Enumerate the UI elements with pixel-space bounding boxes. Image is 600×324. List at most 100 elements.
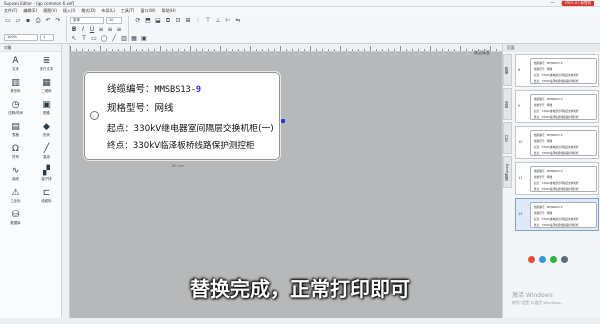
menu-help[interactable]: 帮助(H) — [162, 7, 176, 14]
thumbnail-text: 终点：330kV临泽板桥线路保护测控柜 — [534, 80, 579, 83]
line-tool-icon[interactable]: ╱ — [110, 35, 118, 43]
flip-icon[interactable]: ⇋ — [234, 17, 242, 25]
tool-multiline-text[interactable]: ≣ 多行文本 — [31, 55, 62, 74]
menu-insert[interactable]: 插入(I) — [63, 7, 75, 14]
tab-excel-data[interactable]: Excel数据 — [503, 156, 512, 188]
zoom-select[interactable]: 100% — [4, 34, 38, 41]
align-middle-icon[interactable]: ⊢ — [224, 17, 232, 25]
page-thumbnail[interactable]: 11 线缆编号：MMSBS13-9 规格型号：网线 起点：330kV继电器室间隔层交换… — [515, 162, 599, 195]
menu-format[interactable]: 格式(O) — [81, 7, 95, 14]
menu-view[interactable]: 视图(V) — [43, 7, 57, 14]
status-bar — [0, 318, 600, 324]
align-top-icon[interactable]: ⊤ — [204, 17, 212, 25]
ruler-tick — [256, 49, 257, 51]
lock-icon[interactable]: ⊡ — [174, 17, 182, 25]
database-icon: ⛁ — [11, 210, 20, 220]
print-icon[interactable]: ⎙ — [34, 17, 42, 25]
ruler-tick — [304, 49, 305, 51]
thumbnail-text: 起点：330kV继电器室间隔层交换机柜 — [534, 218, 579, 221]
share-icon[interactable] — [561, 256, 568, 263]
ruler-tick — [280, 46, 281, 51]
qq-icon[interactable] — [539, 256, 546, 263]
tool-curve[interactable]: ∿ 曲线 — [0, 165, 31, 184]
group-icon[interactable]: ⧉ — [164, 17, 172, 25]
horizontal-ruler — [70, 44, 502, 52]
resize-handle[interactable] — [281, 119, 285, 123]
tab-data[interactable]: 数据 — [503, 54, 512, 86]
tool-symbol[interactable]: Ω 符号 — [0, 143, 31, 162]
label-key: 终点： — [107, 141, 133, 151]
tool-database[interactable]: ⛁ 数据库 — [0, 209, 31, 228]
menu-edit[interactable]: 编辑(E) — [23, 7, 37, 14]
label-card[interactable]: 线缆编号：MMSBS13-9 规格型号：网线 起点：330kV继电器室间隔层交换… — [84, 72, 285, 160]
tab-page[interactable]: 页面 — [503, 88, 512, 120]
font-select[interactable]: 宋体 — [70, 17, 104, 24]
align-left-icon[interactable]: ≡ — [97, 26, 105, 34]
menu-layout[interactable]: 布局(L) — [102, 7, 115, 14]
barcode-tool-icon[interactable]: ▥ — [120, 35, 128, 43]
align-center-icon[interactable]: ≡ — [106, 26, 114, 34]
layer-down-icon[interactable]: ⬓ — [154, 17, 162, 25]
menu-tools[interactable]: 工具(T) — [121, 7, 135, 14]
menu-window[interactable]: 窗口(W) — [140, 7, 155, 14]
image-tool-icon[interactable]: ▣ — [140, 35, 148, 43]
tool-barcode[interactable]: ▥ 条形码 — [0, 77, 31, 96]
windows-activation-watermark: 激活 Windows 转到"设置"以激活 Windows。 — [512, 292, 564, 306]
font-size-select[interactable]: 10 — [106, 17, 122, 24]
device-badge[interactable]: 0903-07-标签机 — [561, 1, 594, 6]
page-select[interactable]: 1 — [40, 34, 54, 41]
label-line-spec[interactable]: 规格型号：网线 — [107, 100, 174, 114]
italic-icon[interactable]: I — [79, 26, 87, 34]
text-tool-icon[interactable]: T — [80, 35, 88, 43]
page-thumbnail[interactable]: 8 线缆编号：MMSBS13-9 规格型号：网线 起点：330kV继电器室间隔层交换机… — [515, 54, 599, 87]
ruler-tick — [328, 49, 329, 51]
page-panel-title: 页面 — [503, 44, 600, 52]
wechat-icon[interactable] — [550, 256, 557, 263]
layer-up-icon[interactable]: ⬒ — [144, 17, 152, 25]
menu-file[interactable]: 文件(F) — [4, 7, 17, 14]
tab-print[interactable]: 打印 — [503, 122, 512, 154]
ruler-tick — [82, 49, 83, 51]
ellipse-tool-icon[interactable]: ◯ — [100, 35, 108, 43]
tool-line[interactable]: ╱ 直线 — [31, 143, 62, 162]
page-thumbnail[interactable]: 9 线缆编号：MMSBS13-9 规格型号：网线 起点：330kV继电器室间隔层交换机… — [515, 90, 599, 123]
minimize-icon[interactable]: — — [550, 0, 555, 7]
rect-tool-icon[interactable]: ▭ — [90, 35, 98, 43]
tool-cable[interactable]: ⊏ 线缆标 — [31, 187, 62, 206]
redo-icon[interactable]: ↷ — [54, 17, 62, 25]
tool-table[interactable]: ▤ 表格 — [0, 121, 31, 140]
text-icon: A — [12, 56, 19, 66]
label-value: 网线 — [154, 103, 174, 114]
weibo-icon[interactable] — [528, 256, 535, 263]
align-right-icon[interactable]: ≡ — [115, 26, 123, 34]
new-icon[interactable]: ▭ — [4, 17, 12, 25]
buy-labels-button[interactable]: 购买标签 — [474, 50, 490, 56]
distribute-icon[interactable]: ⫶ — [194, 17, 202, 25]
tool-shape[interactable]: ◆ 形状 — [31, 121, 62, 140]
tool-datetime[interactable]: ◷ 日期/时间 — [0, 99, 31, 118]
undo-icon[interactable]: ↶ — [44, 17, 52, 25]
tool-label: 二维码 — [41, 89, 52, 93]
label-line-cable-number[interactable]: 线缆编号：MMSBS13-9 — [107, 81, 201, 95]
label-line-end[interactable]: 终点：330kV临泽板桥线路保护测控柜 — [107, 139, 255, 151]
save-icon[interactable]: ▪ — [24, 17, 32, 25]
tool-image[interactable]: ▣ 图像 — [31, 99, 62, 118]
pointer-icon[interactable]: ↖ — [70, 35, 78, 43]
rotate-icon[interactable]: ⟳ — [134, 17, 142, 25]
tool-terminal[interactable]: ▞ 端子排 — [31, 165, 62, 184]
tool-text[interactable]: A 文本 — [0, 55, 31, 74]
bold-icon[interactable]: B — [70, 26, 78, 34]
tool-label: 线缆标 — [41, 199, 52, 203]
page-thumbnail[interactable]: 12 线缆编号：MMSBS13-9 规格型号：网线 起点：330kV继电器室间隔层交换… — [515, 198, 599, 231]
underline-icon[interactable]: U — [88, 26, 96, 34]
ruler-tick — [196, 49, 197, 51]
grid-icon[interactable]: ⊞ — [184, 17, 192, 25]
open-icon[interactable]: ▱ — [14, 17, 22, 25]
align-bottom-icon[interactable]: ⊥ — [214, 17, 222, 25]
tool-qrcode[interactable]: ▦ 二维码 — [31, 77, 62, 96]
label-line-start[interactable]: 起点：330kV继电器室间隔层交换机柜(一) — [107, 121, 274, 134]
tool-industry[interactable]: ⚠ 工业标 — [0, 187, 31, 206]
qr-tool-icon[interactable]: ▦ — [130, 35, 138, 43]
ruler-tick — [412, 49, 413, 51]
page-thumbnail[interactable]: 10 线缆编号：MMSBS13-9 规格型号：网线 起点：330kV继电器室间隔层交换… — [515, 126, 599, 159]
